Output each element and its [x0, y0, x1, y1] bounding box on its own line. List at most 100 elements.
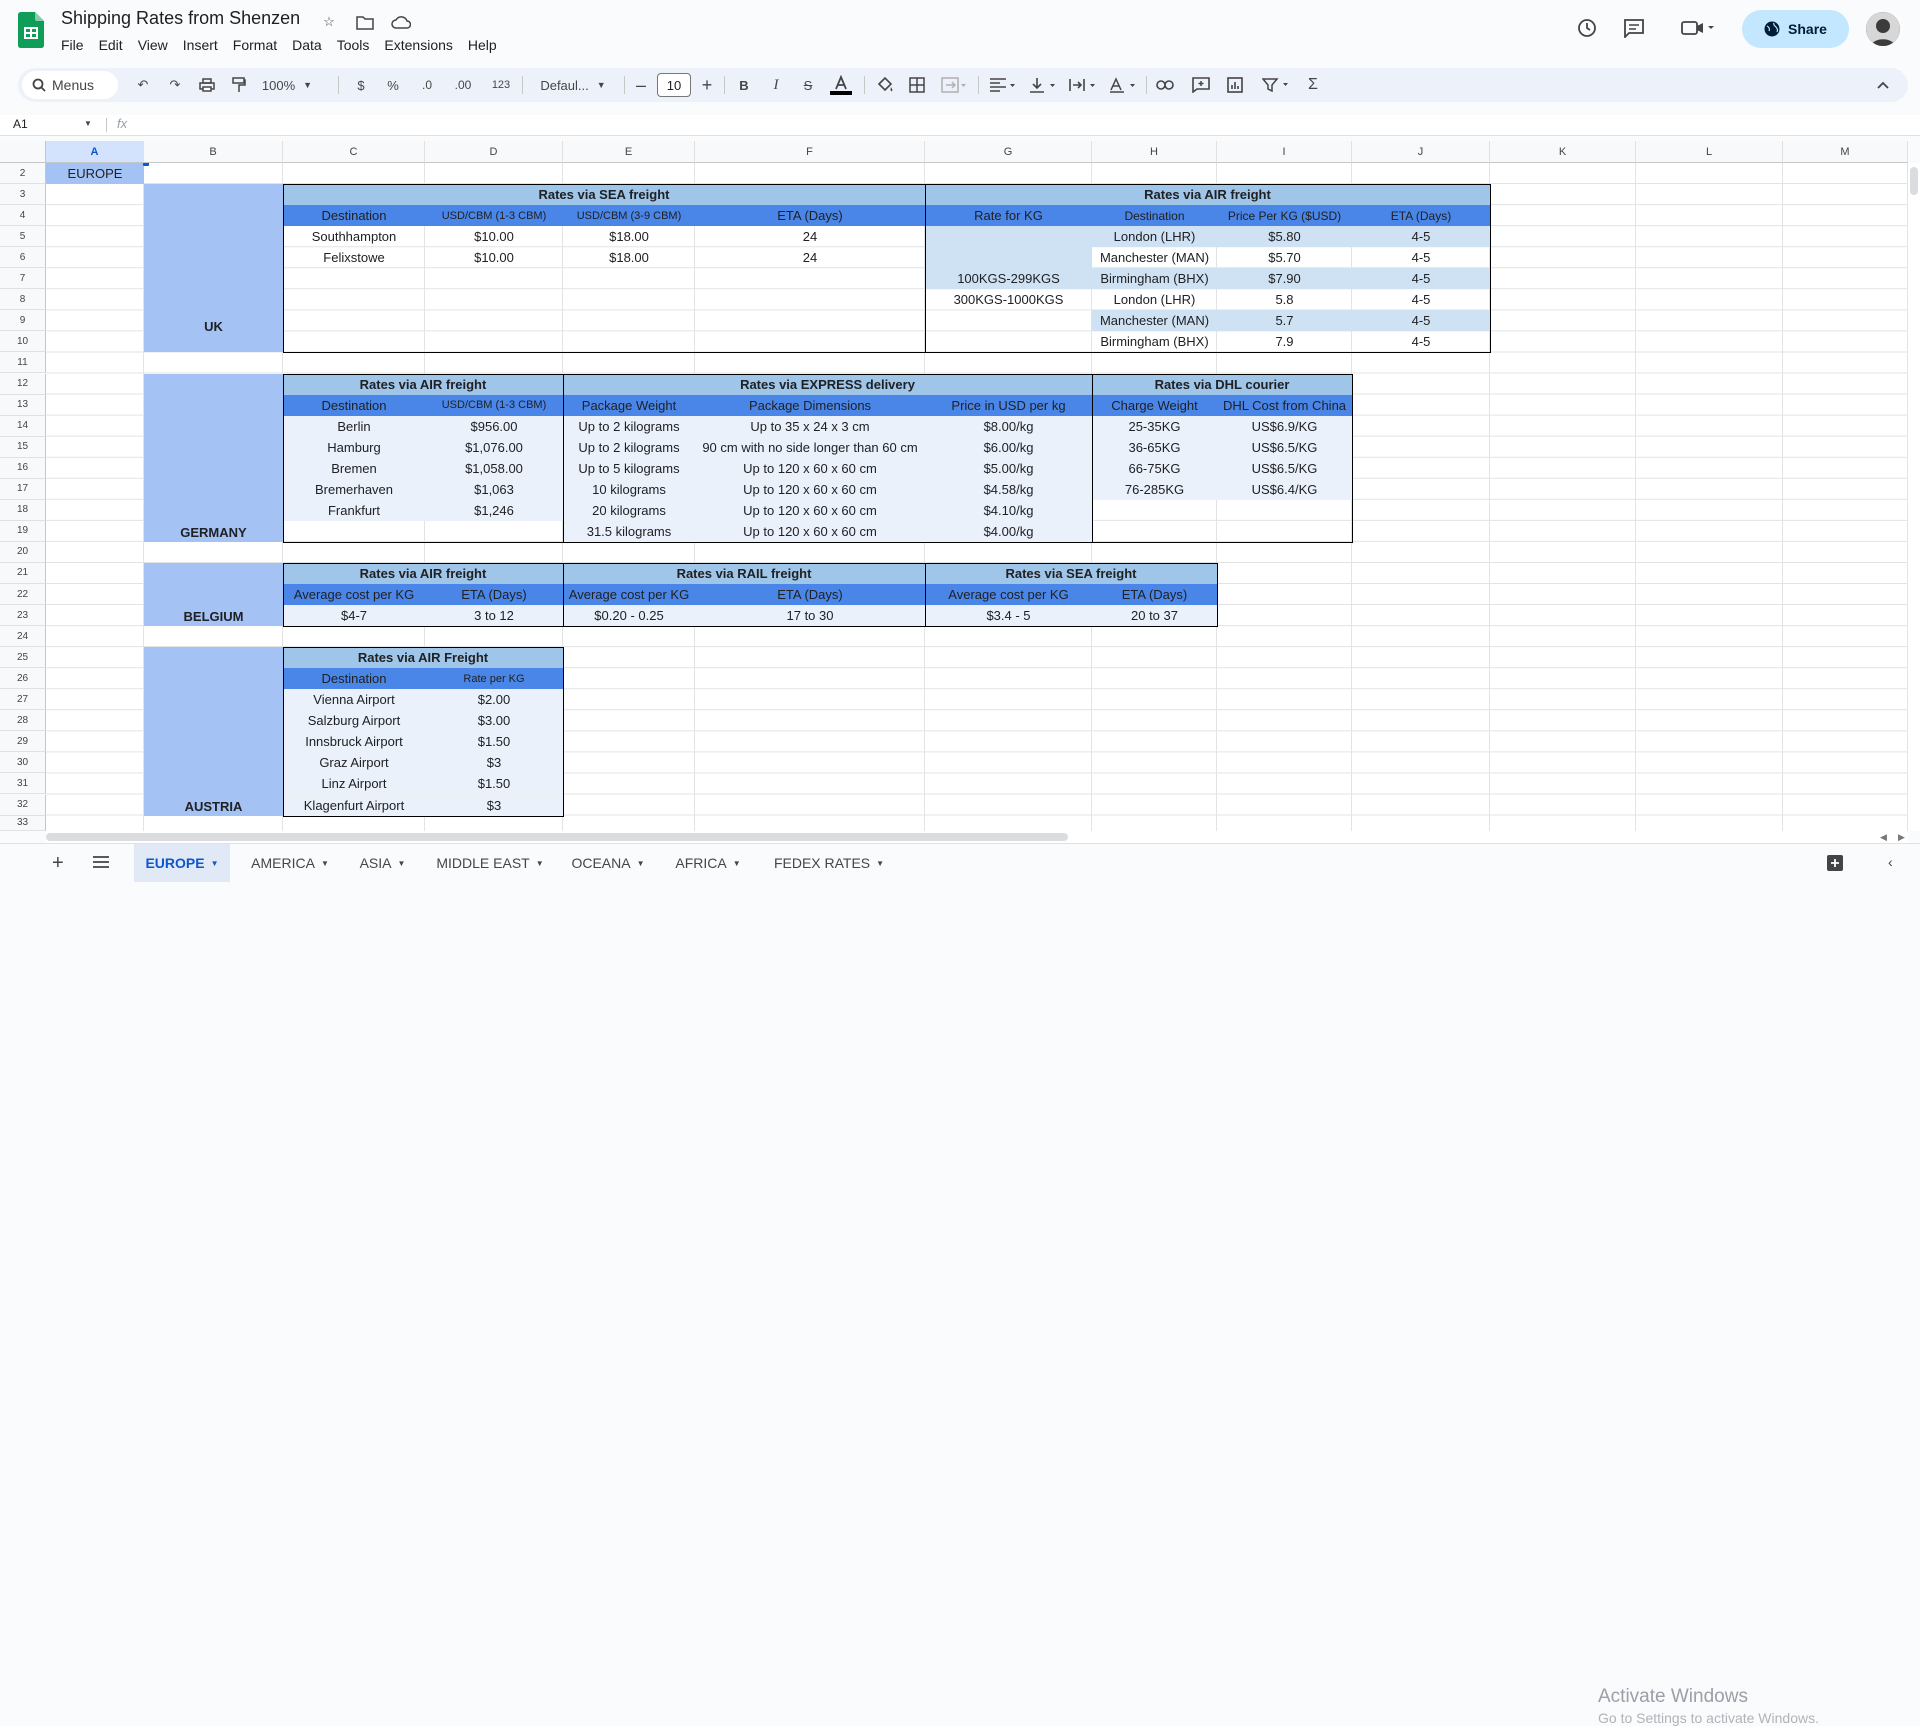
germany-dhl-cell[interactable]: 25-35KG: [1092, 415, 1217, 437]
uk-sea-cell[interactable]: $10.00: [425, 226, 563, 247]
column-header-F[interactable]: F: [695, 141, 925, 163]
germany-express-cell[interactable]: 20 kilograms: [563, 499, 695, 521]
austria-air-cell[interactable]: Salzburg Airport: [283, 710, 425, 732]
horizontal-scroll-thumb[interactable]: [46, 833, 1068, 841]
row-header-8[interactable]: 8: [0, 289, 46, 311]
row-header-28[interactable]: 28: [0, 710, 46, 732]
sheet-tab-chevron-down-icon[interactable]: ▼: [211, 859, 219, 868]
column-header-H[interactable]: H: [1092, 141, 1217, 163]
strikethrough-icon[interactable]: S: [796, 68, 820, 102]
row-header-18[interactable]: 18: [0, 499, 46, 521]
germany-express-cell[interactable]: $5.00/kg: [925, 457, 1092, 479]
decrease-decimal-button[interactable]: .0: [414, 68, 440, 102]
austria-air-cell[interactable]: $1.50: [425, 731, 563, 753]
uk-air-cell[interactable]: Manchester (MAN): [1092, 247, 1217, 268]
germany-dhl-title[interactable]: Rates via DHL courier: [1092, 373, 1352, 395]
sheet-tab-fedex-rates[interactable]: FEDEX RATES ▼: [762, 844, 896, 882]
filter-icon[interactable]: [1258, 68, 1294, 102]
uk-air-cell[interactable]: London (LHR): [1092, 226, 1217, 248]
font-select[interactable]: Defaul... ▼: [530, 68, 616, 102]
version-history-icon[interactable]: [1570, 12, 1602, 44]
uk-air-cell[interactable]: Manchester (MAN): [1092, 310, 1217, 332]
row-header-2[interactable]: 2: [0, 163, 46, 185]
menus-search[interactable]: Menus: [22, 71, 118, 99]
uk-air-cell[interactable]: 4-5: [1352, 247, 1490, 268]
column-header-L[interactable]: L: [1636, 141, 1783, 163]
germany-dhl-cell[interactable]: 36-65KG: [1092, 436, 1217, 458]
row-header-32[interactable]: 32: [0, 794, 46, 816]
column-header-A[interactable]: A: [46, 141, 144, 163]
increase-decimal-button[interactable]: .00: [448, 68, 478, 102]
germany-air-cell[interactable]: Frankfurt: [283, 499, 425, 521]
menu-help[interactable]: Help: [468, 35, 506, 55]
germany-express-cell[interactable]: Up to 35 x 24 x 3 cm: [695, 415, 925, 437]
row-header-10[interactable]: 10: [0, 331, 46, 353]
row-header-21[interactable]: 21: [0, 562, 46, 584]
document-title[interactable]: Shipping Rates from Shenzen: [61, 8, 300, 29]
row-header-22[interactable]: 22: [0, 584, 46, 606]
row-header-25[interactable]: 25: [0, 647, 46, 669]
austria-air-header[interactable]: Rate per KG: [425, 668, 563, 690]
germany-air-cell[interactable]: $1,063: [425, 478, 563, 500]
star-icon[interactable]: ☆: [318, 11, 340, 33]
font-size-input[interactable]: 10: [657, 73, 691, 97]
row-header-15[interactable]: 15: [0, 436, 46, 458]
belgium-air-header[interactable]: ETA (Days): [425, 584, 563, 606]
uk-air-header[interactable]: Rate for KG: [925, 205, 1092, 227]
uk-air-header[interactable]: ETA (Days): [1352, 205, 1490, 227]
uk-sea-title[interactable]: Rates via SEA freight: [283, 184, 925, 206]
germany-express-cell[interactable]: 90 cm with no side longer than 60 cm: [695, 436, 925, 458]
uk-air-weight-band[interactable]: 100KGS-299KGS: [925, 268, 1092, 290]
horizontal-scrollbar[interactable]: [46, 831, 1908, 843]
germany-express-cell[interactable]: $8.00/kg: [925, 415, 1092, 437]
explore-icon[interactable]: [1826, 854, 1844, 875]
uk-sea-cell[interactable]: 24: [695, 226, 925, 247]
germany-express-cell[interactable]: Up to 2 kilograms: [563, 415, 695, 437]
uk-air-cell[interactable]: 4-5: [1352, 310, 1490, 332]
germany-express-cell[interactable]: Up to 120 x 60 x 60 cm: [695, 520, 925, 542]
menu-view[interactable]: View: [138, 35, 177, 55]
austria-air-cell[interactable]: $2.00: [425, 689, 563, 711]
uk-air-cell[interactable]: $7.90: [1217, 268, 1352, 290]
percent-format-button[interactable]: %: [382, 68, 404, 102]
austria-air-cell[interactable]: $3: [425, 752, 563, 774]
italic-icon[interactable]: I: [764, 68, 788, 102]
sheets-logo-icon[interactable]: [18, 12, 44, 48]
uk-air-cell[interactable]: 4-5: [1352, 268, 1490, 290]
row-header-6[interactable]: 6: [0, 247, 46, 269]
region-label-europe[interactable]: EUROPE: [46, 163, 144, 185]
collapse-side-panel-icon[interactable]: ‹: [1888, 854, 1893, 870]
menu-edit[interactable]: Edit: [99, 35, 132, 55]
uk-sea-cell[interactable]: Felixstowe: [283, 247, 425, 268]
uk-air-title[interactable]: Rates via AIR freight: [925, 184, 1490, 206]
row-header-13[interactable]: 13: [0, 394, 46, 416]
germany-air-cell[interactable]: Hamburg: [283, 436, 425, 458]
row-header-20[interactable]: 20: [0, 541, 46, 563]
cloud-saved-icon[interactable]: [390, 11, 412, 33]
selection-handle[interactable]: [143, 163, 149, 166]
sheet-tab-chevron-down-icon[interactable]: ▼: [397, 859, 405, 868]
uk-air-band-fill[interactable]: [925, 226, 1092, 248]
sheet-tab-europe[interactable]: EUROPE ▼: [134, 844, 230, 882]
austria-air-cell[interactable]: $3.00: [425, 710, 563, 732]
germany-dhl-header[interactable]: DHL Cost from China: [1217, 394, 1352, 416]
uk-air-cell[interactable]: 5.8: [1217, 289, 1352, 310]
sheet-tab-middle-east[interactable]: MIDDLE EAST ▼: [425, 844, 555, 882]
uk-air-cell[interactable]: $5.80: [1217, 226, 1352, 248]
row-header-17[interactable]: 17: [0, 478, 46, 500]
row-header-26[interactable]: 26: [0, 668, 46, 690]
insert-link-icon[interactable]: [1152, 68, 1178, 102]
belgium-sea-header[interactable]: ETA (Days): [1092, 584, 1217, 606]
row-header-4[interactable]: 4: [0, 205, 46, 227]
bold-icon[interactable]: B: [732, 68, 756, 102]
row-header-3[interactable]: 3: [0, 184, 46, 206]
column-header-G[interactable]: G: [925, 141, 1092, 163]
belgium-air-cell[interactable]: $4-7: [283, 605, 425, 627]
uk-sea-cell[interactable]: Southhampton: [283, 226, 425, 247]
uk-air-cell[interactable]: 5.7: [1217, 310, 1352, 332]
austria-air-cell[interactable]: Innsbruck Airport: [283, 731, 425, 753]
comments-icon[interactable]: [1618, 12, 1650, 44]
austria-air-header[interactable]: Destination: [283, 668, 425, 690]
vertical-scroll-thumb[interactable]: [1910, 167, 1918, 195]
row-header-29[interactable]: 29: [0, 731, 46, 753]
